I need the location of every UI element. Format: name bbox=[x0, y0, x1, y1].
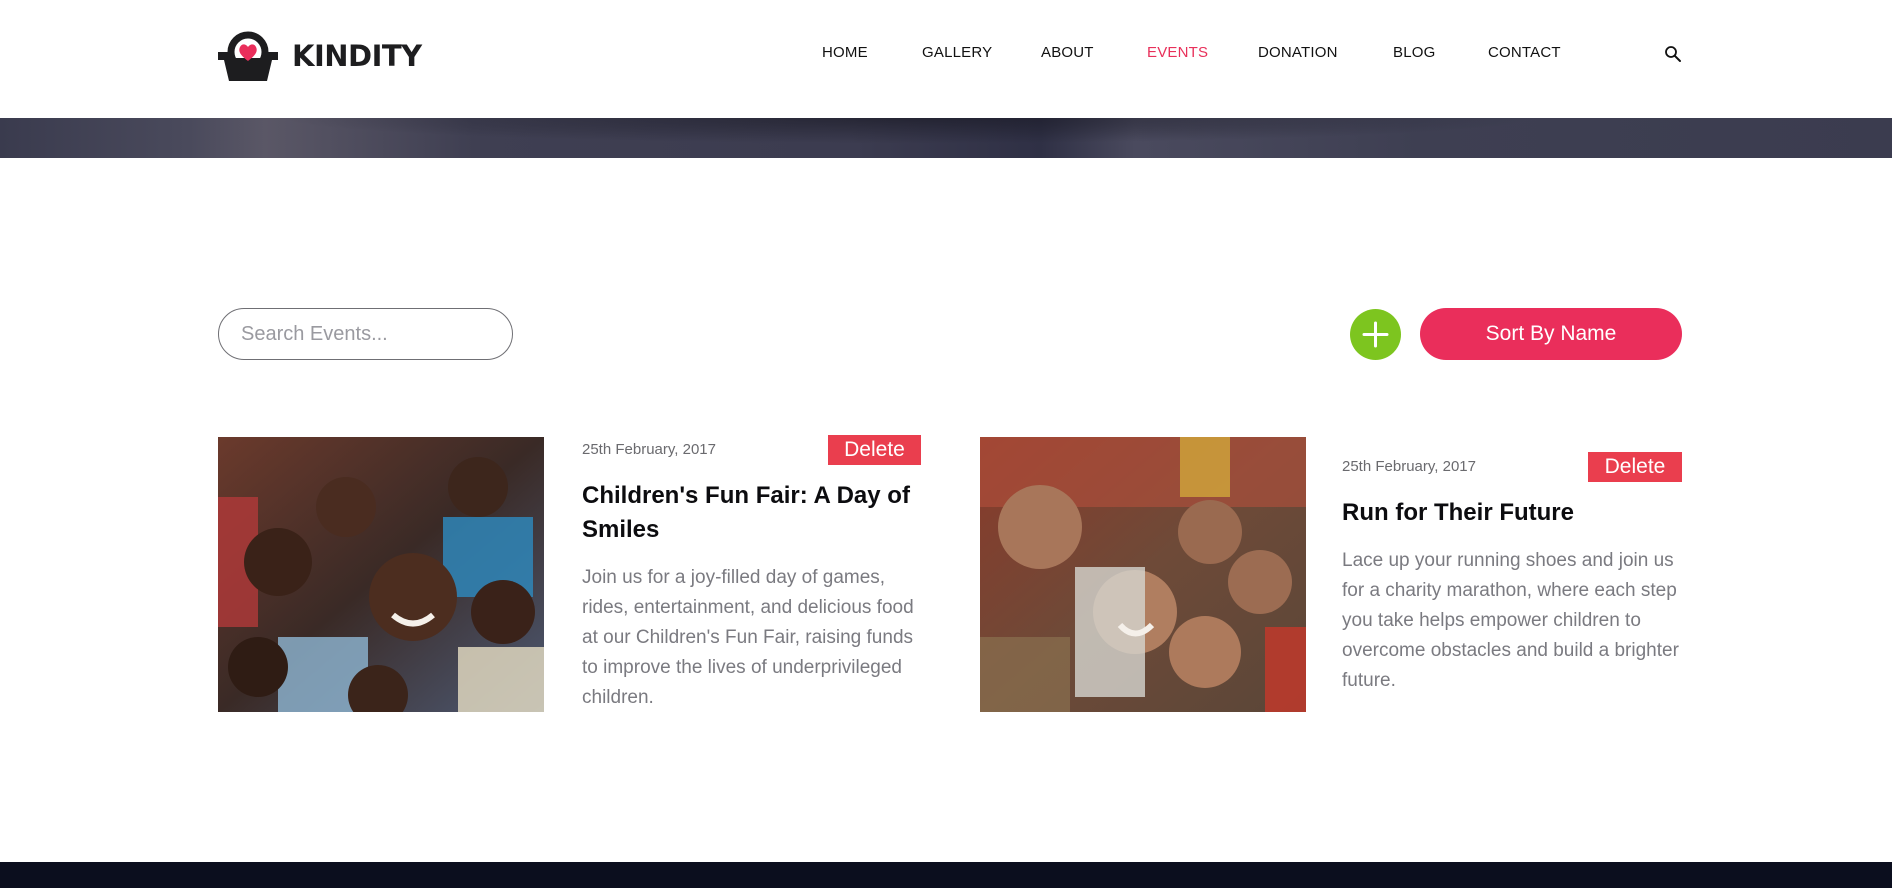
hero-banner bbox=[0, 118, 1892, 158]
nav-item-gallery[interactable]: GALLERY bbox=[922, 44, 992, 61]
event-title[interactable]: Run for Their Future bbox=[1342, 496, 1682, 530]
nav-item-contact[interactable]: CONTACT bbox=[1488, 44, 1561, 61]
site-footer bbox=[0, 862, 1892, 888]
nav-item-blog[interactable]: BLOG bbox=[1393, 44, 1435, 61]
search-events-input[interactable] bbox=[218, 308, 513, 360]
nav-item-about[interactable]: ABOUT bbox=[1041, 44, 1094, 61]
event-description: Join us for a joy-filled day of games, r… bbox=[582, 567, 914, 708]
delete-event-button[interactable]: Delete bbox=[1588, 452, 1682, 482]
nav-item-donation[interactable]: DONATION bbox=[1258, 44, 1338, 61]
search-icon[interactable] bbox=[1664, 45, 1682, 63]
event-image bbox=[218, 437, 544, 712]
sort-by-name-button[interactable]: Sort By Name bbox=[1420, 308, 1682, 360]
event-description: Lace up your running shoes and join us f… bbox=[1342, 550, 1679, 691]
main-nav: HOME GALLERY ABOUT EVENTS DONATION BLOG … bbox=[0, 44, 1892, 66]
event-image bbox=[980, 437, 1306, 712]
event-title[interactable]: Children's Fun Fair: A Day of Smiles bbox=[582, 479, 922, 547]
plus-icon bbox=[1362, 321, 1389, 348]
site-header: KINDITY HOME GALLERY ABOUT EVENTS DONATI… bbox=[0, 0, 1892, 118]
event-date: 25th February, 2017 bbox=[582, 441, 716, 458]
page: KINDITY HOME GALLERY ABOUT EVENTS DONATI… bbox=[0, 0, 1892, 888]
event-date: 25th February, 2017 bbox=[1342, 458, 1476, 475]
delete-event-button[interactable]: Delete bbox=[828, 435, 921, 465]
add-event-button[interactable] bbox=[1350, 309, 1401, 360]
nav-item-events[interactable]: EVENTS bbox=[1147, 44, 1208, 61]
nav-item-home[interactable]: HOME bbox=[822, 44, 868, 61]
